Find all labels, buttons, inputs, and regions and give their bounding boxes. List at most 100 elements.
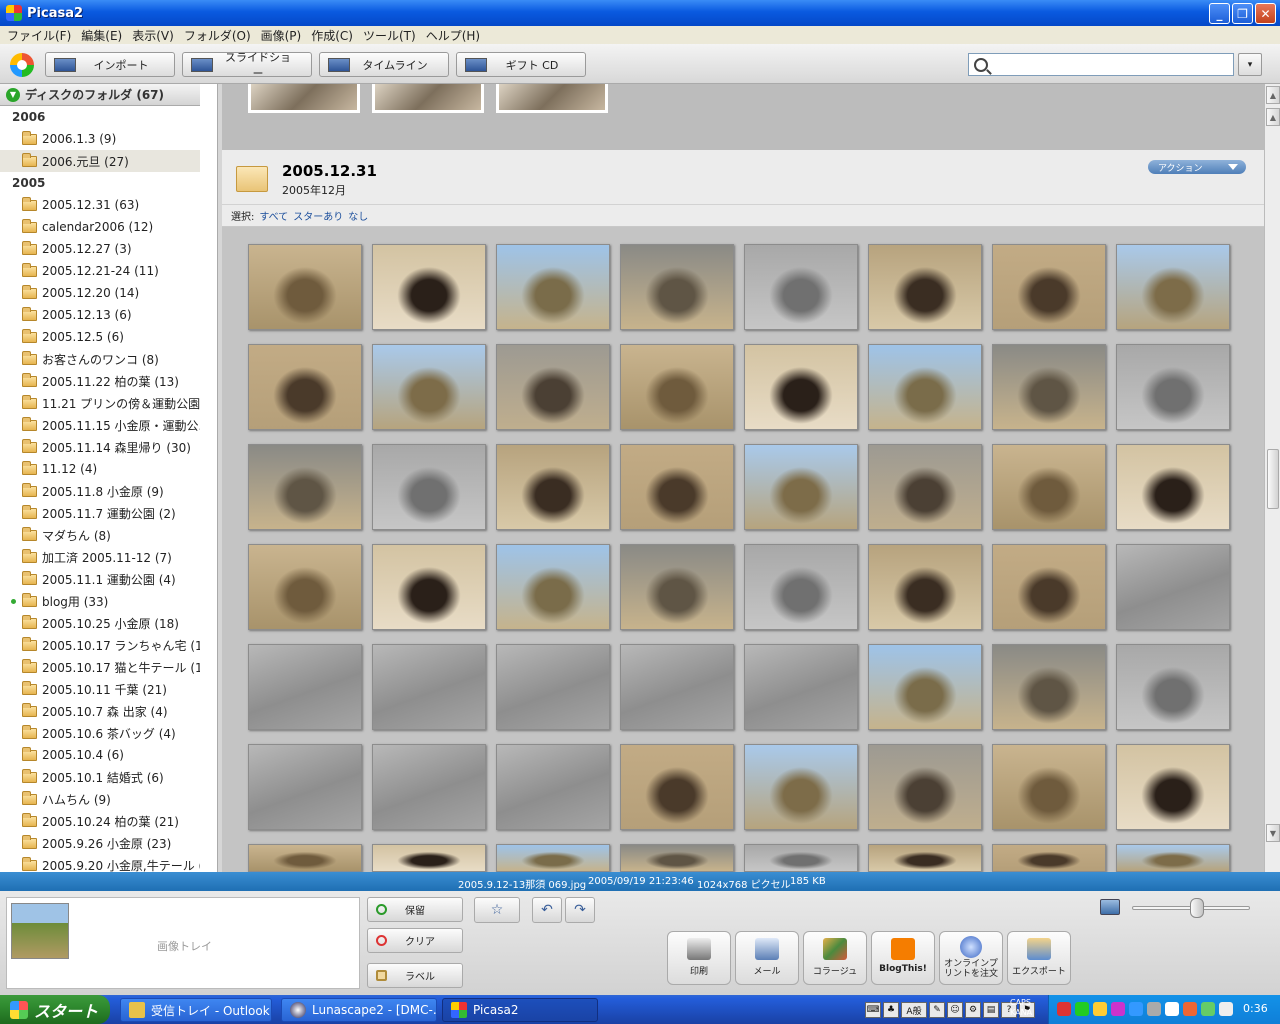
folder-item[interactable]: 2005.10.11 千葉 (21) — [0, 678, 200, 700]
photo-thumbnail[interactable] — [992, 244, 1106, 330]
dictionary-icon[interactable]: ✎ — [929, 1002, 945, 1018]
folder-item[interactable]: 2005.10.25 小金原 (18) — [0, 612, 200, 634]
folder-item[interactable]: 2005.10.24 柏の葉 (21) — [0, 810, 200, 832]
photo-thumbnail[interactable] — [744, 344, 858, 430]
close-button[interactable]: ✕ — [1255, 3, 1276, 24]
folder-item[interactable]: blog用 (33) — [0, 590, 200, 612]
rotate-left-button[interactable]: ↶ — [532, 897, 562, 923]
timeline-button[interactable]: タイムライン — [319, 52, 449, 77]
photo-thumbnail[interactable] — [372, 444, 486, 530]
blogthis-button[interactable]: BlogThis! — [871, 931, 935, 985]
photo-thumbnail[interactable] — [868, 244, 982, 330]
export-button[interactable]: エクスポート — [1007, 931, 1071, 985]
photo-thumbnail[interactable] — [496, 744, 610, 830]
minimize-button[interactable]: _ — [1209, 3, 1230, 24]
input-mode[interactable]: A般 — [901, 1002, 927, 1018]
pad-icon[interactable]: ☺ — [947, 1002, 963, 1018]
tool-icon[interactable]: ⚙ — [965, 1002, 981, 1018]
restore-button[interactable]: ❐ — [1232, 3, 1253, 24]
photo-thumbnail[interactable] — [868, 844, 982, 872]
folder-item[interactable]: ハムちん (9) — [0, 788, 200, 810]
keyboard-icon[interactable]: ⌨ — [865, 1002, 881, 1018]
photo-thumbnail[interactable] — [744, 644, 858, 730]
folder-item[interactable]: 2006.元旦 (27) — [0, 150, 200, 172]
tray-app-icon[interactable] — [1129, 1002, 1143, 1016]
photo-thumbnail[interactable] — [992, 744, 1106, 830]
speaker-icon[interactable] — [1219, 1002, 1233, 1016]
collage-button[interactable]: コラージュ — [803, 931, 867, 985]
photo-thumbnail[interactable] — [620, 344, 734, 430]
slideshow-button[interactable]: スライドショー — [182, 51, 312, 80]
folder-item[interactable]: 2005.12.5 (6) — [0, 326, 200, 348]
picture-tray[interactable]: 画像トレイ — [6, 897, 360, 989]
photo-thumbnail[interactable] — [868, 444, 982, 530]
folder-item[interactable]: お客さんのワンコ (8) — [0, 348, 200, 370]
taskbar-item-picasa[interactable]: Picasa2 — [442, 998, 598, 1022]
folder-item[interactable]: 11.21 プリンの傍＆運動公園 (... — [0, 392, 200, 414]
folder-item[interactable]: calendar2006 (12) — [0, 216, 200, 238]
order-prints-button[interactable]: オンラインプリントを注文 — [939, 931, 1003, 985]
rotate-right-button[interactable]: ↷ — [565, 897, 595, 923]
photo-thumbnail[interactable] — [868, 544, 982, 630]
photo-thumbnail[interactable] — [620, 544, 734, 630]
email-button[interactable]: メール — [735, 931, 799, 985]
photo-thumbnail[interactable] — [620, 244, 734, 330]
folder-item[interactable]: 2005.9.20 小金原,牛テール (... — [0, 854, 200, 872]
photo-thumbnail[interactable] — [992, 444, 1106, 530]
tray-photo-thumbnail[interactable] — [11, 903, 69, 959]
photo-thumbnail[interactable] — [372, 744, 486, 830]
search-box[interactable] — [968, 53, 1234, 76]
ime-icon[interactable]: ♣ — [883, 1002, 899, 1018]
page-up-icon[interactable]: ▲ — [1266, 108, 1280, 126]
library-scrollbar[interactable]: ▲ ▲ ▼ — [1264, 84, 1280, 872]
menu-tools[interactable]: ツール(T) — [358, 27, 421, 44]
photo-thumbnail[interactable] — [620, 744, 734, 830]
photo-thumbnail[interactable] — [496, 444, 610, 530]
zoom-slider-handle[interactable] — [1189, 898, 1204, 918]
photo-thumbnail[interactable] — [1116, 444, 1230, 530]
photo-thumbnail[interactable] — [1116, 244, 1230, 330]
photo-thumbnail[interactable] — [248, 644, 362, 730]
folder-item[interactable]: 2005.11.7 運動公園 (2) — [0, 502, 200, 524]
photo-thumbnail[interactable] — [992, 644, 1106, 730]
photo-thumbnail[interactable] — [496, 844, 610, 872]
scroll-down-icon[interactable]: ▼ — [1266, 824, 1280, 842]
taskbar-item-lunascape[interactable]: Lunascape2 - [DMC-... — [281, 998, 437, 1022]
photo-thumbnail[interactable] — [868, 744, 982, 830]
photo-thumbnail[interactable] — [372, 344, 486, 430]
folder-item[interactable]: 2006.1.3 (9) — [0, 128, 200, 150]
folder-item[interactable]: 2005.12.13 (6) — [0, 304, 200, 326]
photo-thumbnail[interactable] — [248, 544, 362, 630]
folder-item[interactable]: マダちん (8) — [0, 524, 200, 546]
folder-item[interactable]: 2005.11.15 小金原・運動公... — [0, 414, 200, 436]
folder-item[interactable]: 2005.11.1 運動公園 (4) — [0, 568, 200, 590]
collapse-icon[interactable]: ▼ — [6, 87, 20, 102]
photo-thumbnail[interactable] — [248, 344, 362, 430]
photo-thumbnail[interactable] — [992, 844, 1106, 872]
photo-thumbnail[interactable] — [248, 244, 362, 330]
tray-app-icon[interactable] — [1183, 1002, 1197, 1016]
photo-thumbnail[interactable] — [496, 544, 610, 630]
folder-item[interactable]: 11.12 (4) — [0, 458, 200, 480]
gift-cd-button[interactable]: ギフト CD — [456, 52, 586, 77]
select-starred-link[interactable]: スターあり — [293, 208, 343, 223]
folder-item[interactable]: 2005.12.20 (14) — [0, 282, 200, 304]
picasa-logo-icon[interactable] — [10, 53, 34, 77]
folder-item[interactable]: 2005.10.1 結婚式 (6) — [0, 766, 200, 788]
photo-thumbnail[interactable] — [744, 544, 858, 630]
select-all-link[interactable]: すべて — [259, 208, 288, 223]
menu-folder[interactable]: フォルダ(O) — [179, 27, 256, 44]
folder-item[interactable]: 2005.12.21-24 (11) — [0, 260, 200, 282]
photo-thumbnail[interactable] — [744, 844, 858, 872]
menu-help[interactable]: ヘルプ(H) — [421, 27, 485, 44]
photo-thumbnail[interactable] — [496, 344, 610, 430]
photo-thumbnail[interactable] — [1116, 644, 1230, 730]
folder-item[interactable]: 2005.9.26 小金原 (23) — [0, 832, 200, 854]
taskbar-item-outlook[interactable]: 受信トレイ - Outlook ... — [120, 998, 272, 1022]
menu-file[interactable]: ファイル(F) — [2, 27, 76, 44]
photo-thumbnail[interactable] — [620, 644, 734, 730]
print-button[interactable]: 印刷 — [667, 931, 731, 985]
select-none-link[interactable]: なし — [348, 208, 368, 223]
import-button[interactable]: インポート — [45, 52, 175, 77]
photo-thumbnail[interactable] — [992, 544, 1106, 630]
